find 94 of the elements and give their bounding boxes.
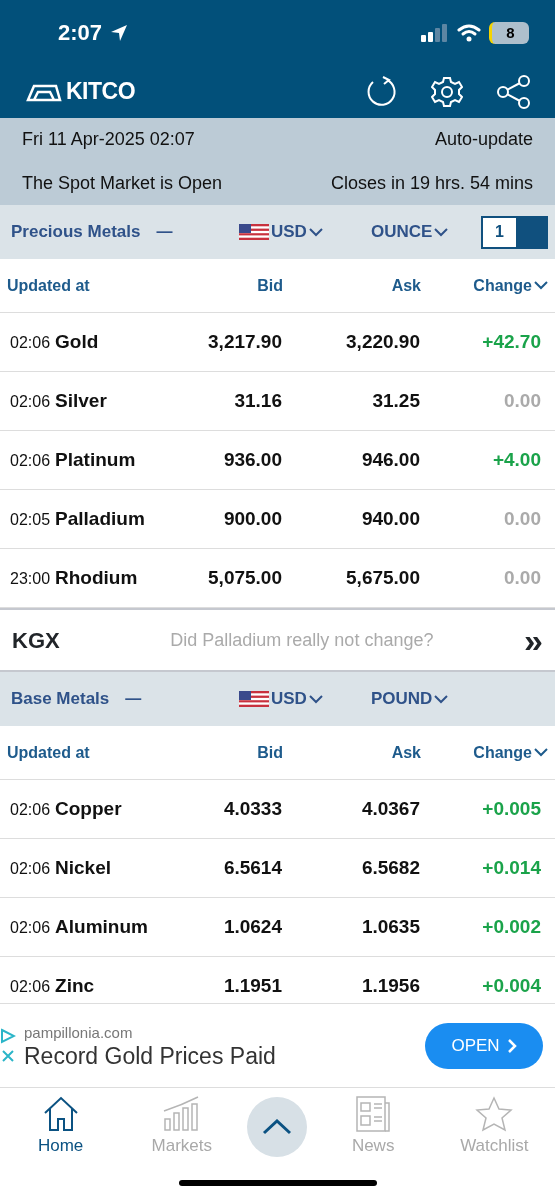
metal-name: Rhodium — [55, 565, 138, 590]
bid-price: 6.5614 — [222, 855, 282, 880]
bid-price: 1.0624 — [222, 914, 282, 939]
quantity-toggle[interactable]: 1 — [481, 215, 548, 249]
tab-item[interactable]: Home — [5, 1094, 117, 1159]
ask-price: 31.25 — [371, 388, 420, 413]
price-change: 0.00 — [503, 506, 541, 531]
update-time: 02:06 — [10, 332, 51, 353]
sort-dropdown[interactable]: Change — [421, 740, 548, 765]
ask-price: 946.00 — [360, 447, 420, 472]
metal-name: Nickel — [55, 855, 112, 880]
unit-selector[interactable]: POUND — [371, 686, 449, 712]
metal-name: Platinum — [55, 447, 136, 472]
column-header: Updated at — [7, 742, 91, 763]
star-icon — [474, 1094, 515, 1133]
chevron-down-icon — [534, 281, 548, 290]
collapse-button[interactable]: — — [156, 220, 173, 244]
chevron-down-icon — [434, 694, 449, 704]
column-header: Bid — [256, 742, 283, 763]
ask-price: 5,675.00 — [345, 565, 420, 590]
ask-price: 1.1956 — [360, 973, 420, 998]
metal-name: Zinc — [55, 973, 95, 998]
location-arrow-icon — [110, 23, 129, 42]
update-time: 02:06 — [10, 976, 51, 997]
metal-name: Copper — [55, 796, 122, 821]
chevron-down-icon — [534, 748, 548, 757]
ask-price: 6.5682 — [360, 855, 420, 880]
update-time: 23:00 — [10, 568, 51, 589]
chevron-down-icon — [308, 694, 323, 704]
signal-icon — [421, 23, 449, 42]
metal-name: Silver — [55, 388, 107, 413]
logo-text: KITCO — [66, 77, 136, 107]
price-change: +42.70 — [481, 329, 541, 354]
column-header: Bid — [256, 275, 283, 296]
status-time: 2:07 — [58, 19, 103, 47]
sort-dropdown[interactable]: Change — [421, 273, 548, 298]
chevron-right-icon — [507, 1038, 517, 1053]
metal-name: Gold — [55, 329, 99, 354]
auto-update-label: Auto-update — [434, 128, 533, 152]
us-flag-icon — [239, 224, 269, 240]
ask-price: 940.00 — [360, 506, 420, 531]
ad-choices-icon — [0, 1027, 16, 1044]
metal-name: Aluminum — [55, 914, 148, 939]
wifi-icon — [457, 23, 481, 42]
ask-price: 1.0635 — [360, 914, 420, 939]
currency-selector[interactable]: USD — [239, 219, 371, 245]
currency-selector[interactable]: USD — [239, 686, 371, 712]
section-title: Base Metals — [11, 688, 110, 711]
battery-icon: 8 — [489, 21, 529, 44]
ask-price: 3,220.90 — [345, 329, 420, 354]
section-title: Precious Metals — [11, 221, 141, 244]
column-header: Updated at — [7, 275, 91, 296]
ad-domain: pampillonia.com — [24, 1022, 134, 1043]
update-time: 02:06 — [10, 799, 51, 820]
price-change: +0.005 — [481, 796, 541, 821]
price-change: +0.014 — [481, 855, 541, 880]
refresh-icon[interactable] — [365, 75, 397, 108]
price-change: +0.004 — [481, 973, 541, 998]
us-flag-icon — [239, 691, 269, 707]
chevron-up-icon — [262, 1118, 293, 1135]
update-time: 02:06 — [10, 450, 51, 471]
share-icon[interactable] — [497, 74, 531, 109]
settings-icon[interactable] — [431, 75, 463, 108]
update-time: 02:06 — [10, 917, 51, 938]
kgx-label: KGX — [12, 626, 60, 655]
chevron-down-icon — [308, 227, 323, 237]
bid-price: 5,075.00 — [207, 565, 282, 590]
ad-headline: Record Gold Prices Paid — [24, 1044, 276, 1070]
collapse-button[interactable]: — — [125, 687, 142, 711]
chevron-down-icon — [434, 227, 449, 237]
update-time: 02:06 — [10, 858, 51, 879]
update-time: 02:05 — [10, 509, 51, 530]
open-button[interactable]: OPEN — [425, 1022, 543, 1069]
unit-selector[interactable]: OUNCE — [371, 219, 449, 245]
kgx-question: Did Palladium really not change? — [169, 628, 434, 652]
ask-price: 4.0367 — [360, 796, 420, 821]
column-header: Ask — [390, 275, 421, 296]
bid-price: 900.00 — [222, 506, 282, 531]
bid-price: 936.00 — [222, 447, 282, 472]
date-text: Fri 11 Apr-2025 02:07 — [22, 128, 195, 152]
bid-price: 4.0333 — [222, 796, 282, 821]
price-change: 0.00 — [503, 388, 541, 413]
price-change: +0.002 — [481, 914, 541, 939]
update-time: 02:06 — [10, 391, 51, 412]
column-header: Ask — [390, 742, 421, 763]
bid-price: 31.16 — [233, 388, 282, 413]
forward-button[interactable]: » — [524, 623, 543, 657]
market-status-text: The Spot Market is Open — [22, 171, 223, 195]
bid-price: 1.1951 — [222, 973, 282, 998]
bid-price: 3,217.90 — [207, 329, 282, 354]
metal-name: Palladium — [55, 506, 145, 531]
price-change: 0.00 — [503, 565, 541, 590]
closing-time-text: Closes in 19 hrs. 54 mins — [330, 171, 533, 195]
price-change: +4.00 — [491, 447, 541, 472]
